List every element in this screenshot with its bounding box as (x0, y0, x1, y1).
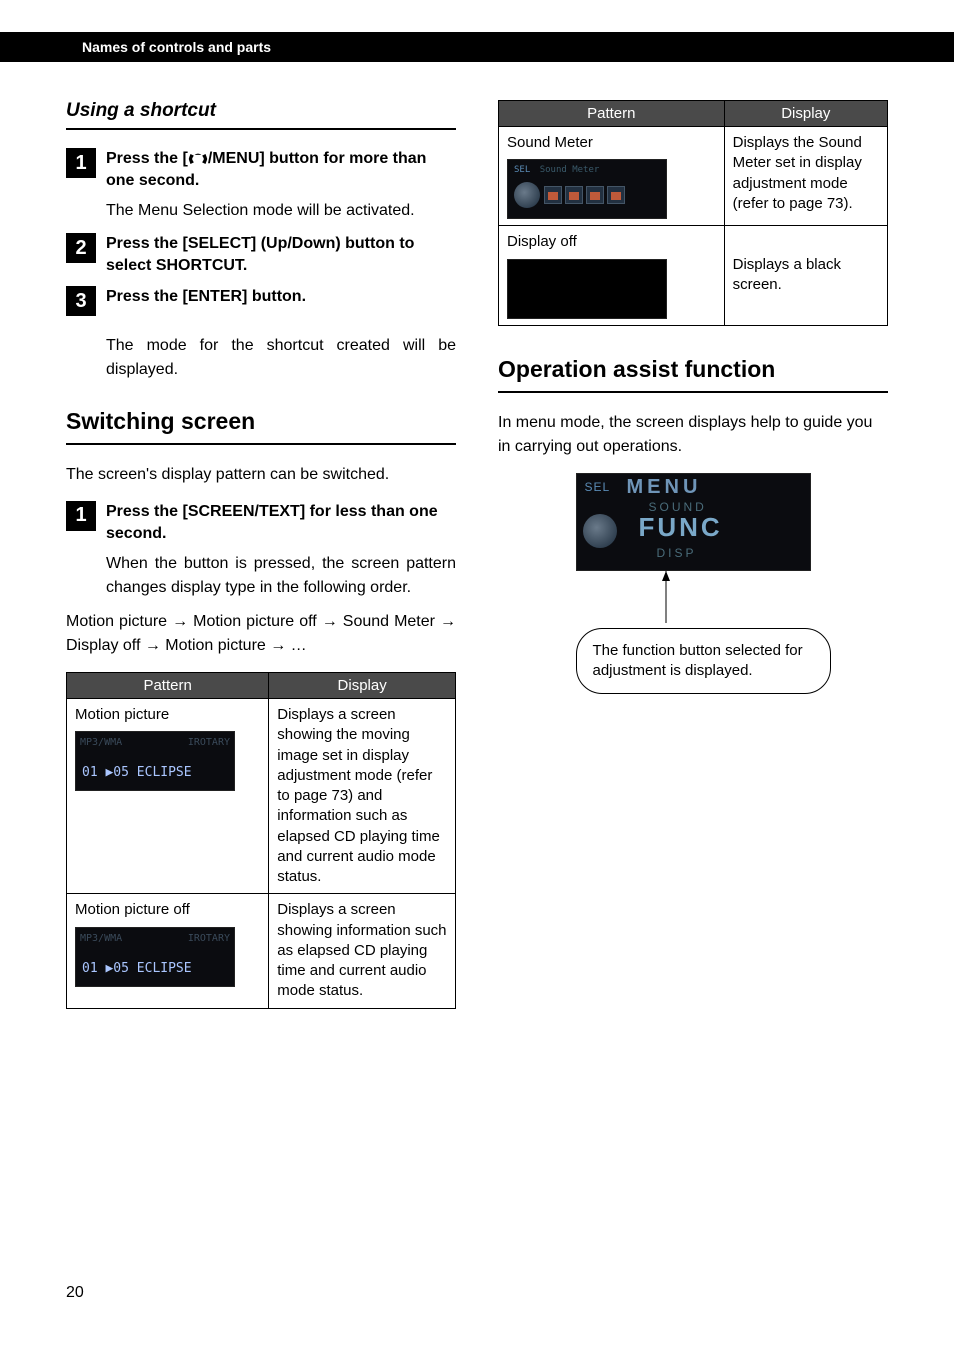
knob-icon (583, 514, 617, 548)
cell-pattern: Motion picture MP3/WMA IROTARY 01 ▶05 EC… (67, 699, 269, 894)
switching-order: Motion picture → Motion picture off → So… (66, 610, 456, 658)
table-row: Sound Meter SEL Sound Meter (499, 127, 888, 226)
table-row: Display off Displays a black screen. (499, 226, 888, 325)
switching-intro: The screen's display pattern can be swit… (66, 463, 456, 487)
pattern-label: Display off (507, 233, 577, 250)
cell-display: Displays a black screen. (724, 226, 887, 325)
right-column: Pattern Display Sound Meter SEL Sound Me… (498, 100, 888, 1009)
cell-pattern: Display off (499, 226, 725, 325)
table-row: Motion picture MP3/WMA IROTARY 01 ▶05 EC… (67, 699, 456, 894)
lcd-menu-label: MENU (627, 476, 702, 499)
lcd-sel: SEL (514, 165, 530, 175)
operation-assist-intro: In menu mode, the screen displays help t… (498, 411, 888, 459)
callout-pointer (576, 571, 811, 631)
section-title: Names of controls and parts (82, 39, 271, 55)
step-1-head: Press the [/MENU] button for more than o… (106, 148, 456, 191)
lcd-line: IROTARY (188, 932, 230, 946)
left-column: Using a shortcut 1 Press the [/MENU] but… (66, 100, 456, 1009)
cell-display: Displays the Sound Meter set in display … (724, 127, 887, 226)
lcd-disp-label: DISP (657, 546, 697, 560)
meter-bars (544, 186, 625, 204)
lcd-line: MP3/WMA (80, 932, 122, 946)
pattern-label: Sound Meter (507, 134, 593, 151)
divider (498, 391, 888, 393)
step-3-head: Press the [ENTER] button. (106, 286, 456, 308)
lcd-line: 01 ▶05 ECLIPSE (82, 960, 192, 978)
phone-icon (188, 152, 208, 166)
lcd-line: IROTARY (188, 736, 230, 750)
step-1: 1 Press the [/MENU] button for more than… (66, 148, 456, 223)
step-number-badge: 3 (66, 286, 96, 316)
th-display: Display (269, 673, 456, 699)
table-row: Motion picture off MP3/WMA IROTARY 01 ▶0… (67, 894, 456, 1008)
step-number-badge: 1 (66, 148, 96, 178)
switching-screen-title: Switching screen (66, 408, 456, 435)
menu-lcd: SEL MENU SOUND FUNC DISP (576, 473, 811, 571)
operation-assist-title: Operation assist function (498, 356, 888, 383)
switching-step-head: Press the [SCREEN/TEXT] for less than on… (106, 501, 456, 544)
step-number-badge: 2 (66, 233, 96, 263)
step-3-text: The mode for the shortcut created will b… (106, 334, 456, 382)
cell-display: Displays a screen showing the moving ima… (269, 699, 456, 894)
pattern-label: Motion picture (75, 706, 169, 723)
step-number-badge: 1 (66, 501, 96, 531)
pattern-label: Motion picture off (75, 901, 190, 918)
switching-step-1: 1 Press the [SCREEN/TEXT] for less than … (66, 501, 456, 600)
table-header-row: Pattern Display (67, 673, 456, 699)
lcd-display-off (507, 259, 667, 319)
lcd-sound-meter: SEL Sound Meter (507, 159, 667, 219)
step-1-head-prefix: Press the [ (106, 150, 188, 167)
lcd-motion-picture: MP3/WMA IROTARY 01 ▶05 ECLIPSE (75, 731, 235, 791)
lcd-motion-picture-off: MP3/WMA IROTARY 01 ▶05 ECLIPSE (75, 927, 235, 987)
th-pattern: Pattern (67, 673, 269, 699)
step-3: 3 Press the [ENTER] button. The mode for… (66, 286, 456, 382)
lcd-sel-label: SEL (585, 480, 611, 494)
step-1-text: The Menu Selection mode will be activate… (106, 199, 456, 223)
cell-display: Displays a screen showing information su… (269, 894, 456, 1008)
divider (66, 128, 456, 130)
pattern-table-right: Pattern Display Sound Meter SEL Sound Me… (498, 100, 888, 326)
table-header-row: Pattern Display (499, 101, 888, 127)
pattern-table-left: Pattern Display Motion picture MP3/WMA I… (66, 672, 456, 1009)
th-pattern: Pattern (499, 101, 725, 127)
divider (66, 443, 456, 445)
lcd-title: Sound Meter (540, 165, 600, 175)
knob-icon (514, 182, 540, 208)
th-display: Display (724, 101, 887, 127)
page-number: 20 (66, 1284, 84, 1302)
step-2: 2 Press the [SELECT] (Up/Down) button to… (66, 233, 456, 276)
lcd-func-label: FUNC (639, 512, 723, 543)
switching-step-text: When the button is pressed, the screen p… (106, 552, 456, 600)
lcd-line: 01 ▶05 ECLIPSE (82, 764, 192, 782)
cell-pattern: Motion picture off MP3/WMA IROTARY 01 ▶0… (67, 894, 269, 1008)
page-header: Names of controls and parts (0, 32, 954, 62)
lcd-line: MP3/WMA (80, 736, 122, 750)
step-2-head: Press the [SELECT] (Up/Down) button to s… (106, 233, 456, 276)
using-shortcut-title: Using a shortcut (66, 100, 456, 122)
callout-box: The function button selected for adjustm… (576, 628, 831, 695)
cell-pattern: Sound Meter SEL Sound Meter (499, 127, 725, 226)
